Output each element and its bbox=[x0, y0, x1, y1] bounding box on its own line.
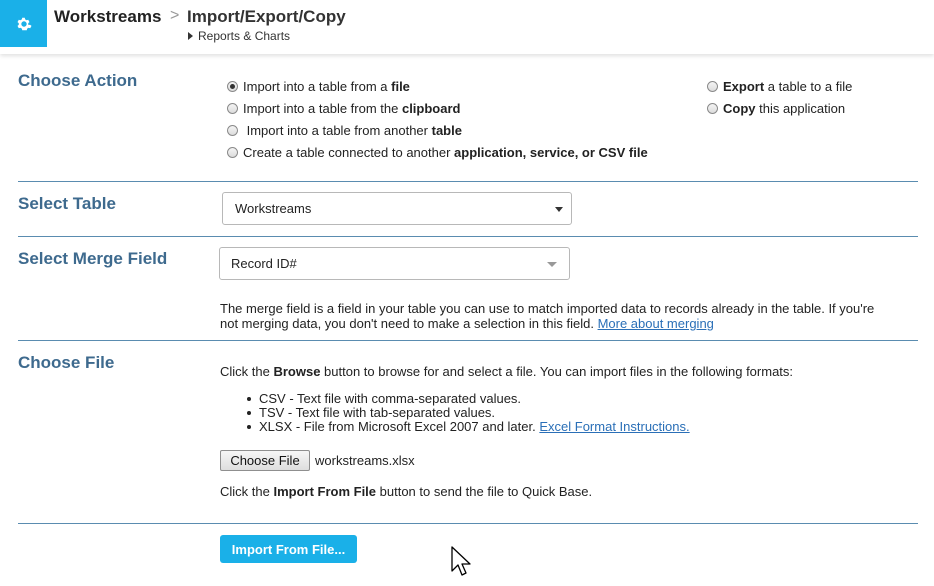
select-table-title: Select Table bbox=[18, 194, 116, 213]
radio-label: Copy this application bbox=[723, 101, 846, 116]
import-instructions: Click the Import From File button to sen… bbox=[220, 484, 593, 499]
merge-field-help: The merge field is a field in your table… bbox=[220, 301, 920, 331]
radio-button[interactable] bbox=[707, 81, 718, 92]
merge-field-select-value: Record ID# bbox=[231, 256, 297, 271]
radio-import-table[interactable]: Import into a table from another table bbox=[227, 123, 462, 138]
choose-file-button[interactable]: Choose File bbox=[220, 450, 310, 471]
list-item: CSV - Text file with comma-separated val… bbox=[246, 392, 690, 406]
top-bar: Workstreams > Import/Export/Copy Reports… bbox=[0, 0, 934, 54]
radio-button[interactable] bbox=[227, 147, 238, 158]
radio-button[interactable] bbox=[227, 125, 238, 136]
merge-help-line-2: not merging data, you don't need to make… bbox=[220, 316, 714, 331]
caret-right-icon bbox=[188, 32, 193, 40]
breadcrumb-app-link[interactable]: Workstreams bbox=[54, 7, 161, 27]
radio-button[interactable] bbox=[227, 81, 238, 92]
radio-label: Import into a table from the clipboard bbox=[243, 101, 461, 116]
import-from-file-button[interactable]: Import From File... bbox=[220, 535, 357, 563]
gear-icon bbox=[17, 17, 31, 30]
app-settings-button[interactable] bbox=[0, 0, 47, 47]
section-divider bbox=[18, 523, 918, 524]
select-merge-field-title: Select Merge Field bbox=[18, 249, 168, 268]
radio-button[interactable] bbox=[707, 103, 718, 114]
excel-format-instructions-link[interactable]: Excel Format Instructions. bbox=[539, 419, 689, 434]
table-select-value: Workstreams bbox=[235, 201, 312, 216]
radio-import-file[interactable]: Import into a table from a file bbox=[227, 79, 410, 94]
selected-file-name: workstreams.xlsx bbox=[315, 453, 415, 468]
page-title: Import/Export/Copy bbox=[187, 7, 346, 26]
reports-charts-label: Reports & Charts bbox=[198, 29, 291, 43]
radio-copy-application[interactable]: Copy this application bbox=[707, 101, 845, 116]
chevron-down-icon bbox=[547, 262, 557, 267]
section-divider bbox=[18, 181, 918, 182]
radio-label: Create a table connected to another appl… bbox=[243, 145, 648, 160]
radio-button[interactable] bbox=[227, 103, 238, 114]
section-divider bbox=[18, 340, 918, 341]
table-select[interactable]: Workstreams bbox=[222, 192, 572, 225]
radio-export-table[interactable]: Export a table to a file bbox=[707, 79, 852, 94]
radio-import-clipboard[interactable]: Import into a table from the clipboard bbox=[227, 101, 460, 116]
choose-file-intro: Click the Browse button to browse for an… bbox=[220, 364, 794, 379]
dropdown-arrow-icon bbox=[555, 207, 563, 212]
list-item: TSV - Text file with tab-separated value… bbox=[246, 406, 690, 420]
mouse-cursor-icon bbox=[451, 546, 471, 576]
radio-label: Import into a table from another table bbox=[243, 123, 462, 138]
merge-help-line-1: The merge field is a field in your table… bbox=[220, 301, 875, 316]
choose-action-title: Choose Action bbox=[18, 71, 138, 90]
radio-label: Export a table to a file bbox=[723, 79, 853, 94]
list-item: XLSX - File from Microsoft Excel 2007 an… bbox=[246, 420, 690, 434]
breadcrumb-separator: > bbox=[170, 7, 180, 24]
choose-file-title: Choose File bbox=[18, 353, 115, 372]
more-about-merging-link[interactable]: More about merging bbox=[598, 316, 714, 331]
file-formats-list: CSV - Text file with comma-separated val… bbox=[246, 392, 690, 434]
section-divider bbox=[18, 236, 918, 237]
reports-charts-link[interactable]: Reports & Charts bbox=[188, 29, 290, 43]
radio-connected-table[interactable]: Create a table connected to another appl… bbox=[227, 145, 648, 160]
radio-label: Import into a table from a file bbox=[243, 79, 410, 94]
merge-field-select[interactable]: Record ID# bbox=[219, 247, 570, 280]
